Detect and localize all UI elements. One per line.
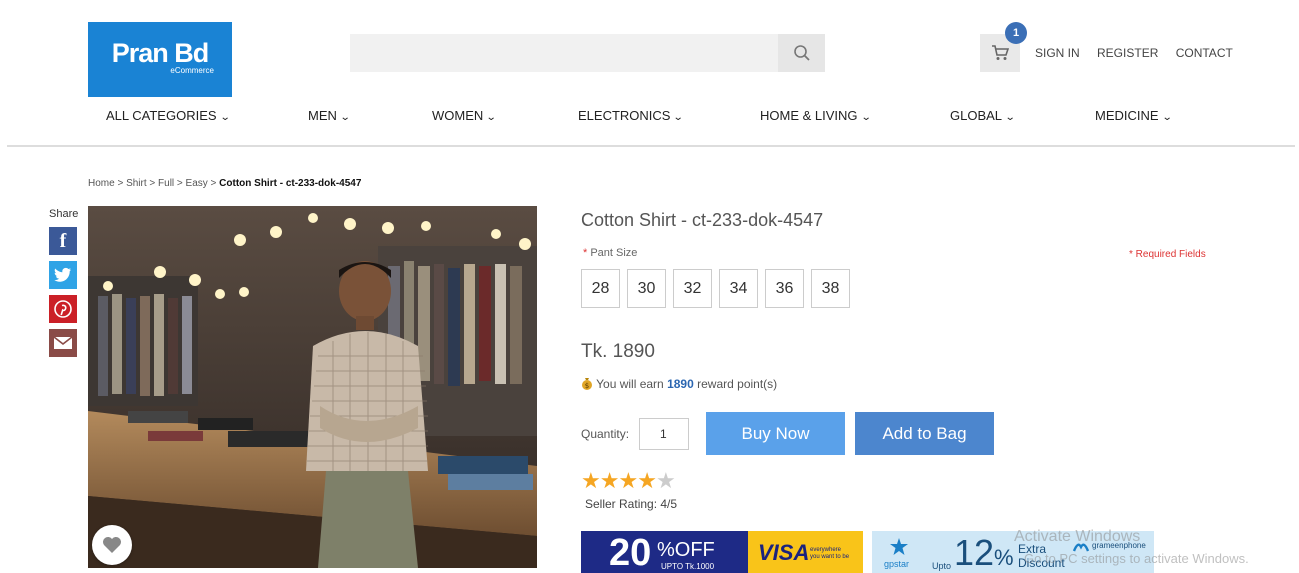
breadcrumb-current: Cotton Shirt - ct-233-dok-4547 xyxy=(219,178,362,189)
visa-logo: VISA xyxy=(758,540,810,565)
breadcrumb-trail[interactable]: Home > Shirt > Full > Easy > xyxy=(88,178,219,189)
search-input[interactable] xyxy=(350,34,778,72)
star-icon: ★ xyxy=(618,468,638,493)
share-twitter-button[interactable] xyxy=(49,261,77,289)
reward-prefix: You will earn xyxy=(596,377,664,391)
reward-suffix: reward point(s) xyxy=(697,377,778,391)
nav-item-medicine[interactable]: MEDICINE ⌄ xyxy=(1095,108,1173,123)
reward-points: 1890 xyxy=(667,377,694,391)
email-icon xyxy=(53,336,73,349)
size-option[interactable]: 30 xyxy=(627,269,666,308)
required-fields-note: * Required Fields xyxy=(1129,249,1206,260)
chevron-down-icon: ⌄ xyxy=(1161,112,1173,123)
reward-info: $ You will earn 1890 reward point(s) xyxy=(581,376,777,391)
star-icon: ★ xyxy=(599,468,620,493)
chevron-down-icon: ⌄ xyxy=(673,112,685,123)
visa-off: %OFF xyxy=(657,539,715,561)
nav-label: MEDICINE xyxy=(1095,108,1159,123)
gpstar-brand: gpstar xyxy=(884,559,910,569)
seller-rating: Seller Rating: 4/5 xyxy=(585,497,678,511)
money-bag-icon: $ xyxy=(582,378,592,390)
product-image[interactable] xyxy=(88,206,537,568)
share-label: Share xyxy=(49,208,79,220)
favorite-button[interactable] xyxy=(92,525,132,565)
quantity-label: Quantity: xyxy=(581,427,630,441)
search-button[interactable] xyxy=(778,34,825,72)
chevron-down-icon: ⌄ xyxy=(1004,112,1016,123)
add-to-bag-button[interactable]: Add to Bag xyxy=(855,412,994,455)
size-options: 28 30 32 34 36 38 xyxy=(581,269,857,308)
chevron-down-icon: ⌄ xyxy=(860,112,872,123)
search-bar xyxy=(350,34,825,72)
site-logo[interactable]: Pran Bd eCommerce xyxy=(88,22,232,97)
twitter-icon xyxy=(54,267,71,282)
size-option[interactable]: 34 xyxy=(719,269,758,308)
product-title: Cotton Shirt - ct-233-dok-4547 xyxy=(581,210,824,230)
chevron-down-icon: ⌄ xyxy=(339,112,351,123)
header-divider xyxy=(7,145,1295,147)
nav-label: WOMEN xyxy=(432,108,484,123)
size-option[interactable]: 28 xyxy=(581,269,620,308)
size-option[interactable]: 38 xyxy=(811,269,850,308)
size-option[interactable]: 36 xyxy=(765,269,804,308)
buy-now-button[interactable]: Buy Now xyxy=(706,412,845,455)
product-photo xyxy=(88,206,537,568)
required-star: * xyxy=(583,247,588,259)
chevron-down-icon: ⌄ xyxy=(219,112,231,123)
product-price: Tk. 1890 xyxy=(581,341,655,362)
nav-label: MEN xyxy=(308,108,337,123)
cart-count-badge: 1 xyxy=(1005,22,1027,44)
quantity-input[interactable] xyxy=(639,418,689,450)
share-email-button[interactable] xyxy=(49,329,77,357)
nav-item-electronics[interactable]: ELECTRONICS ⌄ xyxy=(578,108,685,123)
nav-item-home-living[interactable]: HOME & LIVING ⌄ xyxy=(760,108,872,123)
activate-windows-subtitle: Go to PC settings to activate Windows. xyxy=(1024,551,1249,566)
visa-tagline-2: you want to be xyxy=(810,554,850,560)
nav-item-men[interactable]: MEN ⌄ xyxy=(308,108,351,123)
register-link[interactable]: REGISTER xyxy=(1097,46,1158,60)
pinterest-icon xyxy=(54,300,72,318)
contact-link[interactable]: CONTACT xyxy=(1176,46,1233,60)
top-links: SIGN IN REGISTER CONTACT xyxy=(1035,46,1247,60)
cart-icon xyxy=(992,45,1009,60)
size-label: * Pant Size xyxy=(583,247,637,259)
nav-label: GLOBAL xyxy=(950,108,1003,123)
star-rating: ★★★★★ xyxy=(581,468,676,494)
visa-offer-banner[interactable]: 20 %OFF UPTO Tk.1000 VISA everywhere you… xyxy=(581,531,863,573)
chevron-down-icon: ⌄ xyxy=(486,112,497,123)
size-option[interactable]: 32 xyxy=(673,269,712,308)
logo-title: Pran Bd xyxy=(111,38,210,68)
sign-in-link[interactable]: SIGN IN xyxy=(1035,46,1080,60)
activate-windows-title: Activate Windows xyxy=(1014,528,1141,545)
visa-percent: 20 xyxy=(609,532,652,573)
gp-percent: 12 xyxy=(954,532,995,573)
search-icon xyxy=(793,45,810,61)
visa-tagline-1: everywhere xyxy=(810,547,842,553)
svg-text:$: $ xyxy=(585,382,589,390)
star-icon: ★ xyxy=(581,468,601,493)
facebook-icon: f xyxy=(59,229,67,252)
nav-label: ELECTRONICS xyxy=(578,108,671,123)
share-pinterest-button[interactable] xyxy=(49,295,77,323)
star-empty-icon: ★ xyxy=(655,468,676,493)
visa-logo-panel: VISA everywhere you want to be xyxy=(748,531,863,573)
star-icon: ★ xyxy=(637,468,657,493)
share-facebook-button[interactable]: f xyxy=(49,227,77,255)
nav-item-global[interactable]: GLOBAL ⌄ xyxy=(950,108,1016,123)
size-label-text: Pant Size xyxy=(590,247,638,259)
gp-percent-sign: % xyxy=(994,545,1014,570)
heart-icon xyxy=(103,537,121,553)
breadcrumb: Home > Shirt > Full > Easy > Cotton Shir… xyxy=(88,178,361,189)
main-nav: ALL CATEGORIES ⌄ MEN ⌄ WOMEN ⌄ ELECTRONICS ⌄… xyxy=(0,108,1299,138)
nav-label: HOME & LIVING xyxy=(760,108,858,123)
visa-upto: UPTO Tk.1000 xyxy=(661,562,715,571)
nav-item-all-categories[interactable]: ALL CATEGORIES ⌄ xyxy=(106,108,231,123)
nav-label: ALL CATEGORIES xyxy=(106,108,217,123)
gpstar-logo-icon xyxy=(890,538,908,555)
gp-upto: Upto xyxy=(932,561,952,571)
nav-item-women[interactable]: WOMEN ⌄ xyxy=(432,108,497,123)
